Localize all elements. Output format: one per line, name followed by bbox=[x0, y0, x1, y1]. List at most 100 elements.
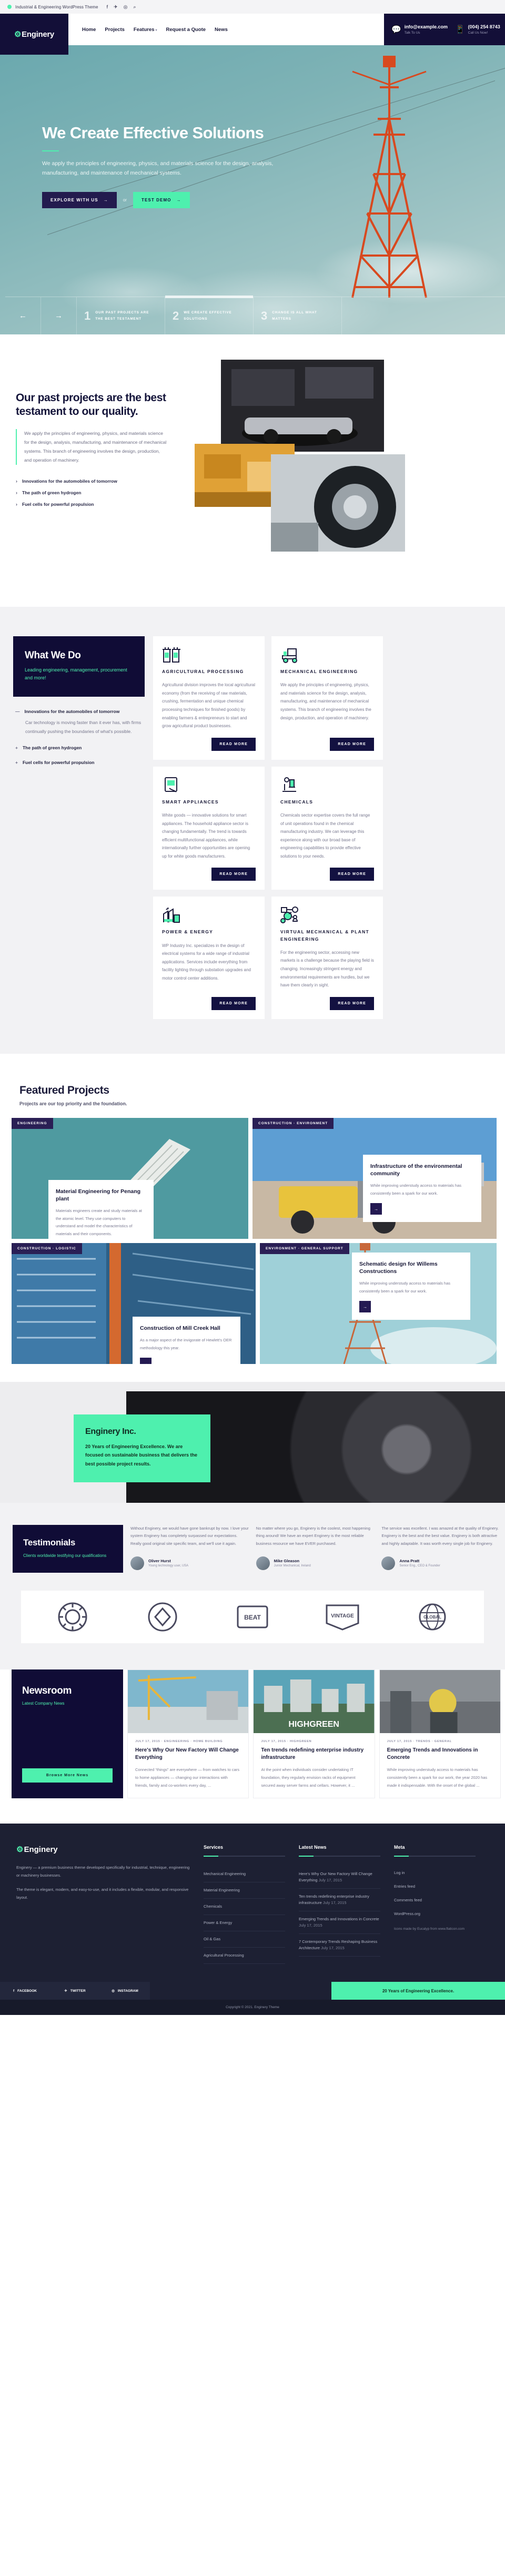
footer-news-item[interactable]: Here's Why Our New Factory Will Change E… bbox=[299, 1866, 380, 1889]
project-tag: ENVIRONMENT · GENERAL SUPPORT bbox=[260, 1243, 349, 1254]
footer-link[interactable]: Log in bbox=[394, 1866, 476, 1880]
news-post[interactable]: HIGHGREEN JULY 17, 2015 · HIGHGREEN Ten … bbox=[253, 1669, 375, 1799]
logo-text: Enginery bbox=[22, 29, 54, 39]
news-post[interactable]: JULY 17, 2015 · TRENDS · GENERAL Emergin… bbox=[379, 1669, 501, 1799]
footer-twitter-button[interactable]: ✈ TWITTER bbox=[50, 1982, 100, 2000]
project-card[interactable]: ENGINEERING Material Engineering for Pen… bbox=[12, 1117, 248, 1239]
testimonial-item: Without Enginery, we would have gone ban… bbox=[130, 1525, 249, 1570]
footer-facebook-button[interactable]: f FACEBOOK bbox=[0, 1982, 50, 2000]
project-arrow-button[interactable]: → bbox=[370, 1203, 382, 1215]
brand-logo-diamond-icon[interactable] bbox=[140, 1602, 185, 1632]
logo[interactable]: ⚙ Enginery bbox=[0, 14, 68, 55]
project-card[interactable]: CONSTRUCTION · ENVIRONMENT Infrastructur… bbox=[252, 1117, 497, 1239]
footer-column-title: Latest News bbox=[299, 1845, 327, 1850]
facebook-icon: f bbox=[13, 1989, 15, 1993]
nav-item-features[interactable]: Features ▾ bbox=[134, 27, 157, 33]
read-more-button[interactable]: READ MORE bbox=[211, 868, 256, 881]
brand-logo-global[interactable]: GLOBAL bbox=[410, 1602, 455, 1632]
service-card[interactable]: Smart Appliances White goods — innovativ… bbox=[153, 766, 265, 890]
news-post-image bbox=[379, 1670, 500, 1734]
brand-logo-gear-icon[interactable] bbox=[50, 1602, 95, 1632]
svg-text:GLOBAL: GLOBAL bbox=[423, 1615, 441, 1620]
slider-item-2[interactable]: 2 We create effective solutions bbox=[165, 296, 254, 334]
explore-with-us-button[interactable]: EXPLORE WITH US → bbox=[42, 191, 117, 208]
what-we-do-title: What We Do bbox=[25, 650, 81, 661]
brand-logo-vintage[interactable]: VINTAGE bbox=[320, 1602, 365, 1632]
service-card[interactable]: Mechanical Engineering We apply the prin… bbox=[271, 636, 383, 760]
service-card[interactable]: Chemicals Chemicals sector expertise cov… bbox=[271, 766, 383, 890]
accordion-item[interactable]: + Fuel cells for powerful propulsion bbox=[15, 759, 145, 766]
bullet-item[interactable]: › Fuel cells for powerful propulsion bbox=[16, 502, 189, 507]
read-more-button[interactable]: READ MORE bbox=[211, 737, 256, 751]
testimonial-text: No matter where you go, Enginery is the … bbox=[256, 1525, 370, 1546]
project-card[interactable]: CONSTRUCTION · LOGISTIC Construction of … bbox=[12, 1243, 256, 1364]
cta-box: Enginery Inc. 20 Years of Engineering Ex… bbox=[74, 1414, 210, 1482]
chevron-down-icon: ▾ bbox=[155, 28, 157, 32]
service-card-title: Agricultural Processing bbox=[162, 669, 244, 674]
footer-logo[interactable]: ⚙ Enginery bbox=[16, 1845, 190, 1855]
slider-item-1[interactable]: 1 Our past projects are the best testame… bbox=[77, 297, 165, 334]
header-email-sub: Talk To Us bbox=[404, 30, 420, 35]
footer-icon-credit: Icons made by Eucalyp from www.flaticon.… bbox=[394, 1927, 465, 1931]
footer-link[interactable]: Comments feed bbox=[394, 1893, 476, 1907]
project-info: Construction of Mill Creek Hall As a maj… bbox=[133, 1316, 240, 1364]
read-more-button[interactable]: READ MORE bbox=[330, 737, 374, 751]
browse-more-news-button[interactable]: Browse More News bbox=[22, 1768, 113, 1783]
bullet-item[interactable]: › The path of green hydrogen bbox=[16, 490, 189, 495]
brand-logo-beat[interactable]: BEAT bbox=[230, 1602, 275, 1632]
search-icon[interactable]: ⌕ bbox=[133, 4, 136, 9]
nav-item-request-a-quote[interactable]: Request a Quote bbox=[166, 27, 206, 33]
brand-logos: BEAT VINTAGE GLOBAL bbox=[21, 1591, 484, 1644]
project-info: Material Engineering for Penang plant Ma… bbox=[48, 1179, 154, 1239]
footer-link[interactable]: Agricultural Processing bbox=[204, 1948, 285, 1964]
project-text: While improving understudy access to mat… bbox=[359, 1281, 450, 1294]
what-we-do-section: What We Do Leading engineering, manageme… bbox=[0, 607, 505, 1054]
accordion-item[interactable]: + The path of green hydrogen bbox=[15, 745, 145, 751]
nav-item-projects[interactable]: Projects bbox=[105, 27, 125, 33]
read-more-button[interactable]: READ MORE bbox=[211, 996, 256, 1010]
slider-next-button[interactable]: → bbox=[41, 297, 77, 334]
news-post[interactable]: JULY 17, 2015 · ENGINEERING · HOME BUILD… bbox=[127, 1669, 249, 1799]
service-card[interactable]: Virtual Mechanical & Plant Engineering F… bbox=[271, 897, 383, 1019]
project-title: Schematic design for Willems Constructio… bbox=[359, 1260, 438, 1275]
footer-link[interactable]: Oil & Gas bbox=[204, 1931, 285, 1948]
instagram-icon[interactable]: ◎ bbox=[124, 4, 128, 9]
footer-link[interactable]: Power & Energy bbox=[204, 1915, 285, 1932]
slider-item-3[interactable]: 3 Change is all what matters bbox=[254, 297, 342, 334]
project-card[interactable]: ENVIRONMENT · GENERAL SUPPORT Schematic … bbox=[260, 1243, 497, 1364]
newsroom-header: Newsroom Latest Company News Browse More… bbox=[12, 1669, 123, 1799]
footer-link[interactable]: Chemicals bbox=[204, 1899, 285, 1916]
header-phone[interactable]: 📱 (004) 254 8743 Call Us Now! bbox=[455, 24, 500, 34]
footer-link[interactable]: Material Engineering bbox=[204, 1882, 285, 1899]
avatar bbox=[130, 1556, 144, 1570]
header-email[interactable]: 💬 info@example.com Talk To Us bbox=[391, 24, 448, 34]
read-more-button[interactable]: READ MORE bbox=[330, 996, 374, 1010]
slider-prev-button[interactable]: ← bbox=[5, 297, 41, 334]
footer-news-item[interactable]: Emerging Trends and Innovations in Concr… bbox=[299, 1911, 380, 1934]
footer-news-item[interactable]: Ten trends redefining enterprise industr… bbox=[299, 1889, 380, 1912]
twitter-icon[interactable]: ✈ bbox=[114, 4, 118, 9]
footer-news-item[interactable]: 7 Contemporary Trends Reshaping Business… bbox=[299, 1934, 380, 1957]
footer-instagram-button[interactable]: ◎ INSTAGRAM bbox=[100, 1982, 150, 2000]
footer-link[interactable]: Entries feed bbox=[394, 1880, 476, 1893]
topbar: Industrial & Engineering WordPress Theme… bbox=[0, 0, 505, 14]
service-card-text: Agricultural division improves the local… bbox=[162, 683, 255, 729]
test-demo-button[interactable]: TEST DEMO → bbox=[133, 191, 190, 208]
nav-item-news[interactable]: News bbox=[215, 27, 228, 33]
facebook-icon[interactable]: f bbox=[107, 4, 108, 9]
project-arrow-button[interactable]: → bbox=[359, 1301, 371, 1313]
chat-bubble-icon: 💬 bbox=[391, 25, 401, 34]
footer-bottom: f FACEBOOK ✈ TWITTER ◎ INSTAGRAM 20 Years o… bbox=[0, 1982, 505, 2000]
footer-link[interactable]: Mechanical Engineering bbox=[204, 1866, 285, 1883]
service-card[interactable]: Agricultural Processing Agricultural div… bbox=[153, 636, 265, 760]
news-post-meta: JULY 17, 2015 · HIGHGREEN bbox=[261, 1740, 312, 1744]
nav-item-home[interactable]: Home bbox=[82, 27, 96, 33]
footer-link[interactable]: WordPress.org bbox=[394, 1907, 476, 1921]
accordion-item[interactable]: — Innovations for the automobiles of tomo… bbox=[15, 708, 145, 736]
bullet-item[interactable]: › Innovations for the automobiles of tomo… bbox=[16, 478, 189, 484]
gallery-photo-workshop bbox=[221, 360, 384, 452]
service-card[interactable]: Power & Energy WP Industry Inc. speciali… bbox=[153, 897, 265, 1019]
what-we-do-subtitle: Leading engineering, management, procure… bbox=[25, 667, 127, 680]
read-more-button[interactable]: READ MORE bbox=[330, 868, 374, 881]
project-arrow-button[interactable]: → bbox=[140, 1358, 152, 1364]
